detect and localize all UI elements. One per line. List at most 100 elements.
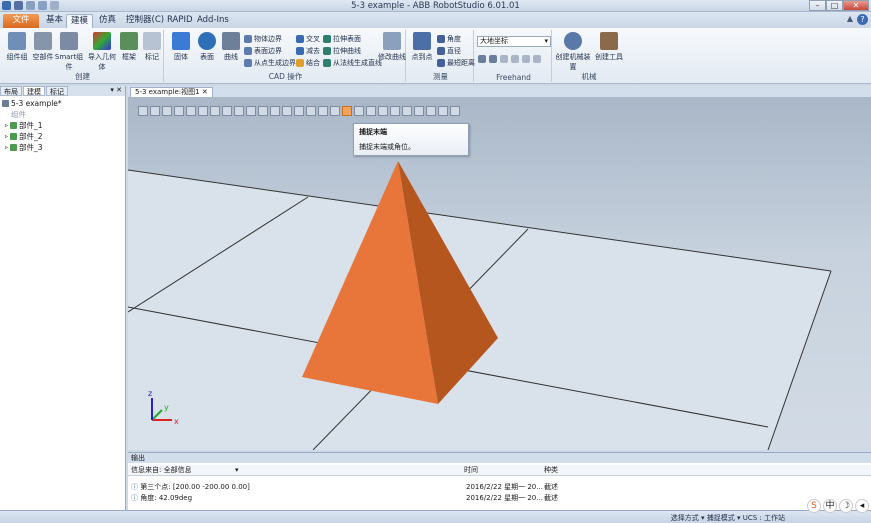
minimize-button[interactable]: – (809, 0, 826, 11)
snap-object-icon[interactable] (306, 106, 316, 116)
line-from-normal-button[interactable]: 从法线生成直线 (323, 58, 382, 68)
angle-button[interactable]: 角度 (437, 34, 461, 44)
graphics-view[interactable]: z y x 捕捉末端 捕捉末端或角位。 (128, 97, 871, 450)
solid-button[interactable]: 固体 (168, 32, 194, 62)
expand-icon[interactable]: ▹ (5, 131, 8, 142)
snap-midpoint-icon[interactable] (330, 106, 340, 116)
measure-tool-icon[interactable] (402, 106, 412, 116)
view-tool-icon[interactable] (234, 106, 244, 116)
snap-grid-icon[interactable] (366, 106, 376, 116)
tab-tags[interactable]: 标记 (46, 86, 68, 96)
view-tool-icon[interactable] (294, 106, 304, 116)
measure-tool-icon[interactable] (426, 106, 436, 116)
mark-button[interactable]: 标记 (140, 32, 164, 62)
point-to-point-button[interactable]: 点到点 (408, 32, 436, 62)
multi-robot-jog-icon[interactable] (533, 55, 541, 63)
create-mechanism-button[interactable]: 创建机械装置 (554, 32, 592, 72)
tab-layout[interactable]: 布局 (0, 86, 22, 96)
points-edge-icon (244, 59, 252, 67)
ime-logo-icon[interactable]: S (807, 499, 821, 513)
tree-item-part2[interactable]: ▹ 部件_2 (2, 131, 123, 142)
tree-item-part3[interactable]: ▹ 部件_3 (2, 142, 123, 153)
view-tool-icon[interactable] (198, 106, 208, 116)
surface-sphere-icon (198, 32, 216, 50)
solid-cube-icon (172, 32, 190, 50)
modify-curve-button[interactable]: 修改曲线 (378, 32, 406, 62)
snap-edge-icon[interactable] (354, 106, 364, 116)
tab-controller[interactable]: 控制器(C) (122, 14, 168, 28)
view-tool-icon[interactable] (138, 106, 148, 116)
snap-end-icon[interactable] (342, 106, 352, 116)
union-button[interactable]: 结合 (296, 58, 320, 68)
view-tool-icon[interactable] (246, 106, 256, 116)
tab-model[interactable]: 建模 (23, 86, 45, 96)
edge-from-points-button[interactable]: 从点生成边界 (244, 58, 296, 68)
tree-item-station[interactable]: 5-3 example* (2, 98, 123, 109)
view-tool-icon[interactable] (174, 106, 184, 116)
measure-tool-icon[interactable] (450, 106, 460, 116)
tab-view1[interactable]: 5-3 example:视图1 ✕ (130, 87, 213, 97)
ime-lang-icon[interactable]: 中 (823, 499, 837, 513)
ribbon-collapse-icon[interactable]: ▲ (847, 14, 853, 23)
create-tool-button[interactable]: 创建工具 (594, 32, 624, 62)
expand-icon[interactable]: ▹ (5, 142, 8, 153)
jog-reorient-icon[interactable] (522, 55, 530, 63)
output-row[interactable]: ⓘ 角度: 42.09deg (131, 493, 192, 503)
body-edge-icon (244, 35, 252, 43)
intersect-button[interactable]: 交叉 (296, 34, 320, 44)
help-icon[interactable]: ? (857, 14, 868, 25)
view-tool-icon[interactable] (270, 106, 280, 116)
move-icon[interactable] (478, 55, 486, 63)
surface-button[interactable]: 表面 (194, 32, 220, 62)
subtract-button[interactable]: 减去 (296, 46, 320, 56)
tab-modeling[interactable]: 建模 (66, 14, 94, 28)
message-filter-select[interactable]: 信息来自: 全部信息 (131, 465, 192, 476)
measure-tool-icon[interactable] (438, 106, 448, 116)
tab-file[interactable]: 文件 (F) (3, 14, 39, 38)
snap-center-icon[interactable] (318, 106, 328, 116)
filter-dropdown-icon[interactable]: ▾ (235, 465, 239, 476)
snap-local-icon[interactable] (378, 106, 388, 116)
status-text[interactable]: 选择方式 ▾ 捕捉模式 ▾ UCS : 工作站 (671, 513, 785, 523)
output-title: 输出 (128, 453, 871, 463)
min-distance-button[interactable]: 最短距离 (437, 58, 475, 68)
tab-rapid[interactable]: RAPID (163, 14, 197, 28)
curve-icon (222, 32, 240, 50)
tree-item-components[interactable]: 组件 (2, 109, 123, 120)
view-tool-icon[interactable] (162, 106, 172, 116)
view-tool-icon[interactable] (282, 106, 292, 116)
ime-moon-icon[interactable]: ☽ (839, 499, 853, 513)
panel-close-icon[interactable]: ▾ ✕ (110, 86, 122, 94)
import-geometry-button[interactable]: 导入几何体 (85, 32, 119, 72)
measure-tool-icon[interactable] (414, 106, 424, 116)
frame-button[interactable]: 框架 (118, 32, 140, 62)
extrude-surface-button[interactable]: 拉伸表面 (323, 34, 361, 44)
smart-component-button[interactable]: Smart组件 (54, 32, 84, 72)
tab-simulation[interactable]: 仿真 (95, 14, 120, 28)
rotate-icon[interactable] (489, 55, 497, 63)
curve-button[interactable]: 曲线 (220, 32, 242, 62)
tab-addins[interactable]: Add-Ins (193, 14, 233, 28)
maximize-button[interactable]: □ (826, 0, 843, 11)
extrude-curve-button[interactable]: 拉伸曲线 (323, 46, 361, 56)
snap-frame-icon[interactable] (390, 106, 400, 116)
view-tool-icon[interactable] (258, 106, 268, 116)
tab-basic[interactable]: 基本 (42, 14, 67, 28)
close-button[interactable]: ✕ (843, 0, 869, 11)
ime-speaker-icon[interactable]: ◂ (855, 499, 869, 513)
reference-frame-select[interactable]: 大地坐标 (477, 36, 551, 47)
body-edge-button[interactable]: 物体边界 (244, 34, 282, 44)
view-tool-icon[interactable] (210, 106, 220, 116)
surface-edge-button[interactable]: 表面边界 (244, 46, 282, 56)
view-tool-icon[interactable] (222, 106, 232, 116)
jog-joint-icon[interactable] (500, 55, 508, 63)
ribbon: 组件组 空部件 Smart组件 导入几何体 框架 标记 创建 固体 表面 曲线 … (0, 28, 871, 84)
diameter-button[interactable]: 直径 (437, 46, 461, 56)
intersect-icon (296, 35, 304, 43)
expand-icon[interactable]: ▹ (5, 120, 8, 131)
output-row[interactable]: ⓘ 第三个点: [200.00 -200.00 0.00] (131, 482, 250, 492)
view-tool-icon[interactable] (150, 106, 160, 116)
jog-linear-icon[interactable] (511, 55, 519, 63)
tree-item-part1[interactable]: ▹ 部件_1 (2, 120, 123, 131)
view-tool-icon[interactable] (186, 106, 196, 116)
